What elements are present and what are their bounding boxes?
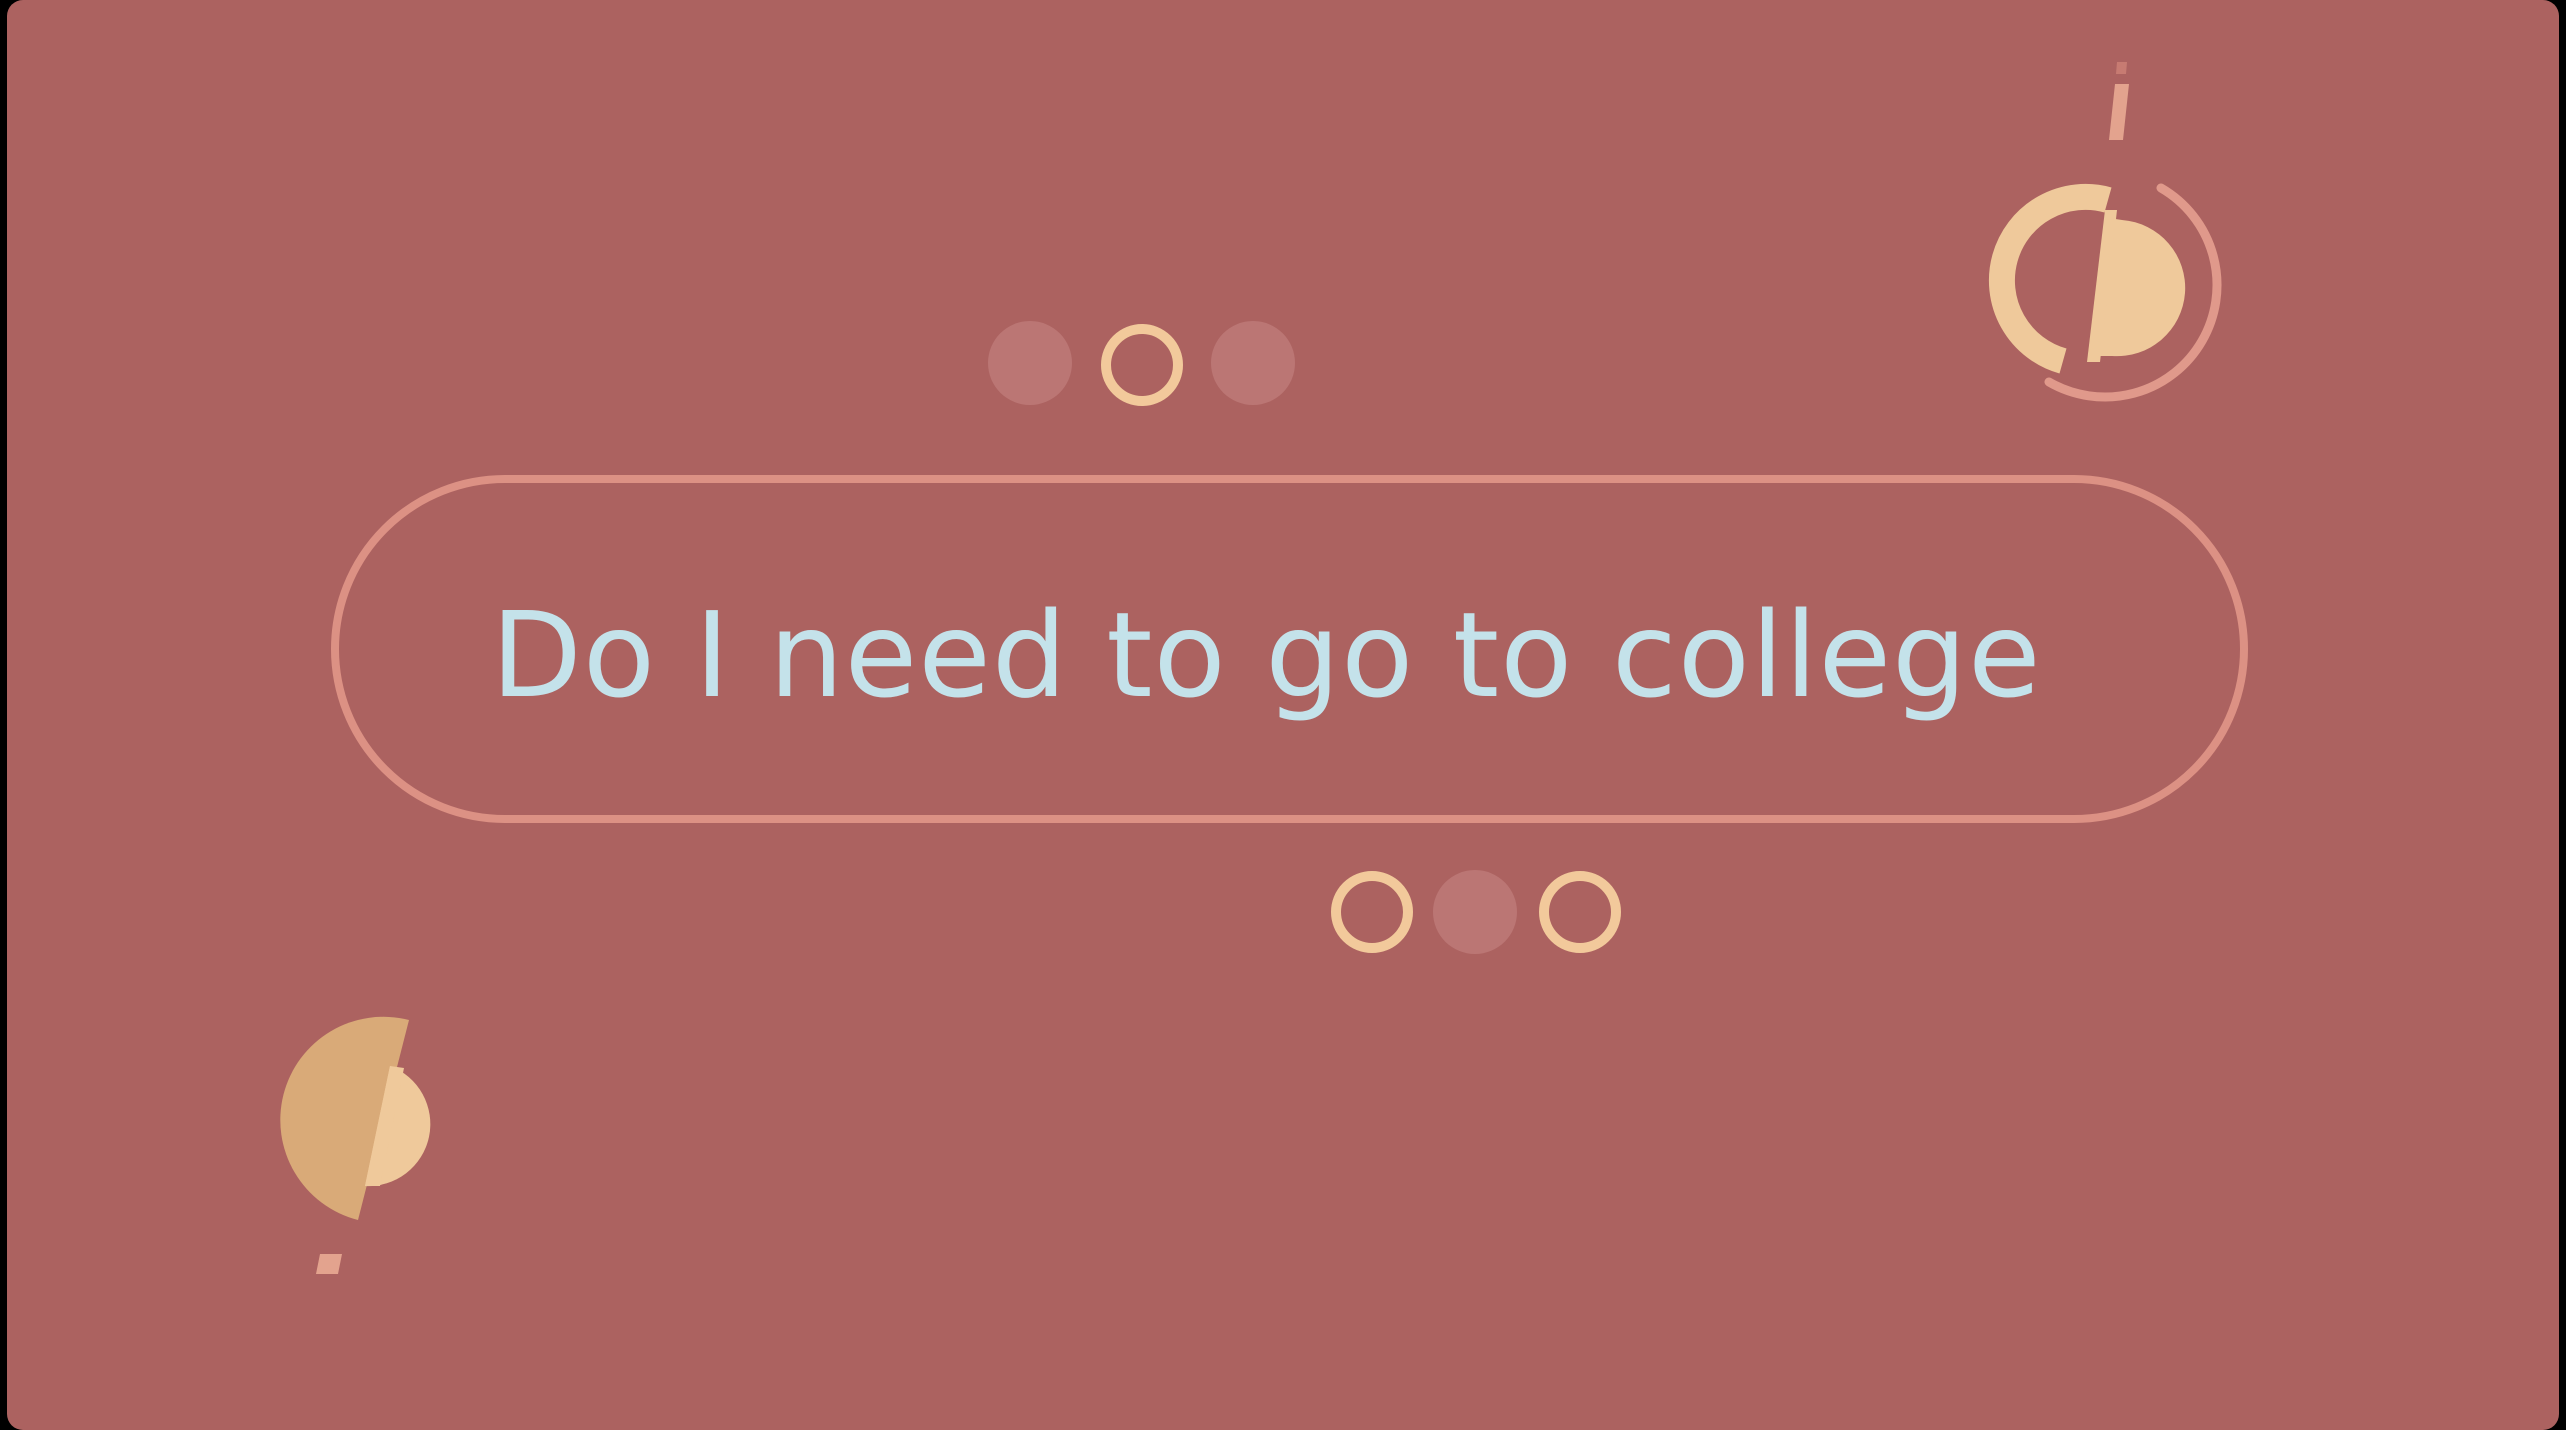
top-dot-middle-ring (1101, 324, 1183, 406)
title-card: Do I need to go to college (7, 0, 2559, 1430)
bottom-dot-middle (1433, 870, 1517, 954)
half-circle-icon (280, 1016, 431, 1274)
top-dot-left (988, 321, 1072, 405)
title-text: Do I need to go to college (491, 586, 2042, 724)
bottom-dot-right-ring (1539, 871, 1621, 953)
bottom-dot-left-ring (1331, 871, 1413, 953)
split-circle-icon (1988, 62, 2222, 402)
top-dot-right (1211, 321, 1295, 405)
